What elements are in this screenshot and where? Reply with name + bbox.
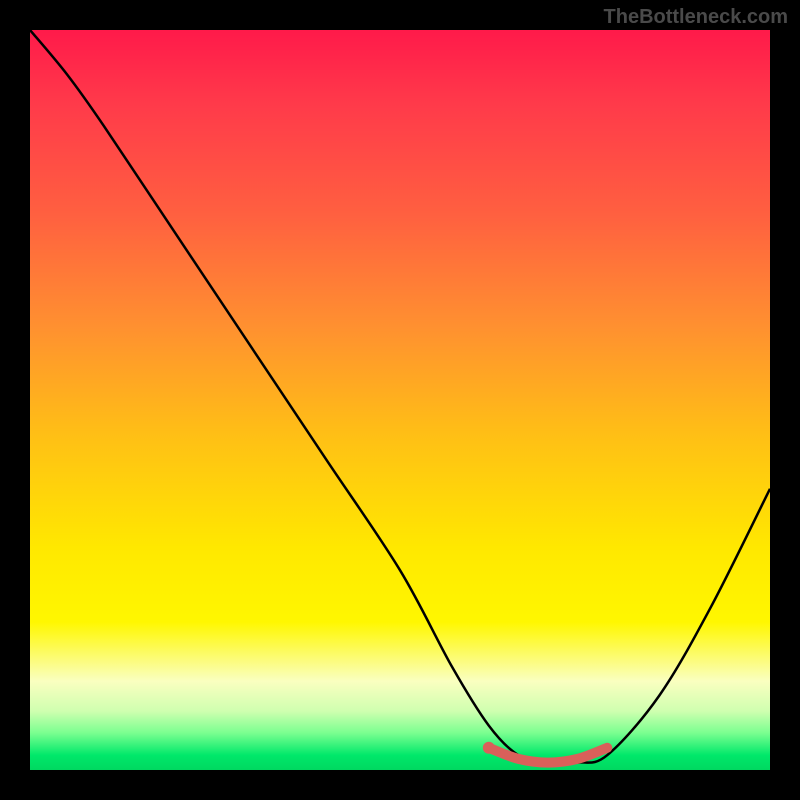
chart-gradient-background [30,30,770,770]
watermark-text: TheBottleneck.com [604,6,788,29]
